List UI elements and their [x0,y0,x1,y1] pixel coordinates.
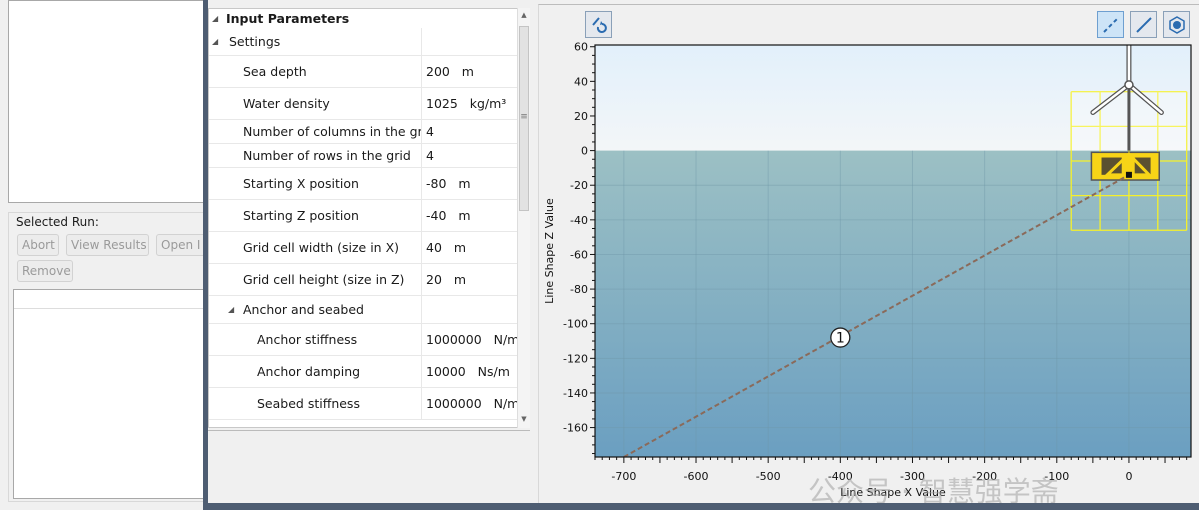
x-tick-label: -600 [684,470,709,483]
x-tick-label: 0 [1125,470,1132,483]
y-tick-label: 40 [574,75,588,88]
x-tick-label: -500 [756,470,781,483]
y-tick-label: -20 [570,179,588,192]
status-bar [203,503,1199,510]
x-tick-label: -300 [900,470,925,483]
y-tick-label: -140 [563,387,588,400]
x-tick-label: -400 [828,470,853,483]
x-tick-label: -100 [1044,470,1069,483]
y-tick-label: 20 [574,110,588,123]
fairlead-point [1125,171,1132,178]
y-tick-label: -160 [563,422,588,435]
x-axis-label: Line Shape X Value [840,486,946,499]
x-tick-label: -700 [611,470,636,483]
x-tick-label: -200 [972,470,997,483]
y-tick-label: 60 [574,41,588,54]
y-tick-label: -120 [563,352,588,365]
y-tick-label: -100 [563,318,588,331]
line-shape-chart: 1 60 40 20 0 -20 -40 -60 -80 -100 -120 -140 -160 -700… [543,41,1192,499]
y-tick-label: -60 [570,248,588,261]
y-tick-label: -80 [570,283,588,296]
line-label: 1 [836,331,845,347]
water-area [595,150,1191,458]
y-axis-label: Line Shape Z Value [543,198,556,304]
turbine-hub [1124,80,1134,90]
y-tick-label: 0 [581,145,588,158]
y-tick-label: -40 [570,214,588,227]
